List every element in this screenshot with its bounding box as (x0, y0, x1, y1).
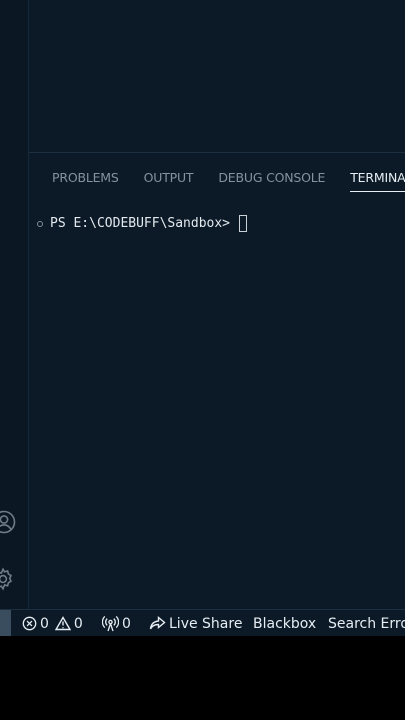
bottom-panel: PROBLEMS OUTPUT DEBUG CONSOLE TERMINAL PS E… (29, 152, 405, 610)
error-count: 0 (40, 615, 49, 632)
warning-count: 0 (73, 615, 83, 632)
account-icon[interactable] (0, 510, 16, 534)
vscode-window: PROBLEMS OUTPUT DEBUG CONSOLE TERMINAL PS E… (0, 0, 405, 636)
problems-status[interactable]: 0 0 (22, 610, 83, 636)
tab-problems[interactable]: PROBLEMS (52, 170, 119, 192)
gear-icon[interactable] (0, 567, 15, 591)
tab-terminal[interactable]: TERMINAL (350, 170, 405, 192)
terminal-line[interactable]: PS E:\CODEBUFF\Sandbox> (37, 215, 248, 232)
ports-status[interactable]: 0 (102, 610, 131, 636)
live-share-icon (149, 615, 166, 632)
command-decorator-icon (37, 220, 43, 227)
status-bar: 0 0 0 Live Share Blackbox Search Erro (0, 609, 405, 636)
terminal-prompt: PS E:\CODEBUFF\Sandbox> (50, 216, 231, 231)
panel-tabs: PROBLEMS OUTPUT DEBUG CONSOLE TERMINAL (52, 167, 405, 192)
activity-bar (0, 0, 29, 609)
search-error-status[interactable]: Search Error (328, 610, 405, 636)
terminal-cursor (239, 215, 248, 232)
live-share-status[interactable]: Live Share (149, 610, 242, 636)
error-icon (22, 616, 37, 631)
editor-area (29, 0, 405, 152)
tab-output[interactable]: OUTPUT (144, 170, 194, 192)
broadcast-icon (102, 615, 119, 632)
live-share-label: Live Share (169, 615, 243, 632)
warning-icon (54, 616, 71, 631)
tab-debug-console[interactable]: DEBUG CONSOLE (218, 170, 325, 192)
blackbox-label: Blackbox (253, 615, 317, 632)
ports-count: 0 (122, 615, 131, 632)
remote-indicator[interactable] (0, 610, 11, 636)
blackbox-status[interactable]: Blackbox (253, 610, 316, 636)
search-error-label: Search Error (328, 615, 405, 632)
